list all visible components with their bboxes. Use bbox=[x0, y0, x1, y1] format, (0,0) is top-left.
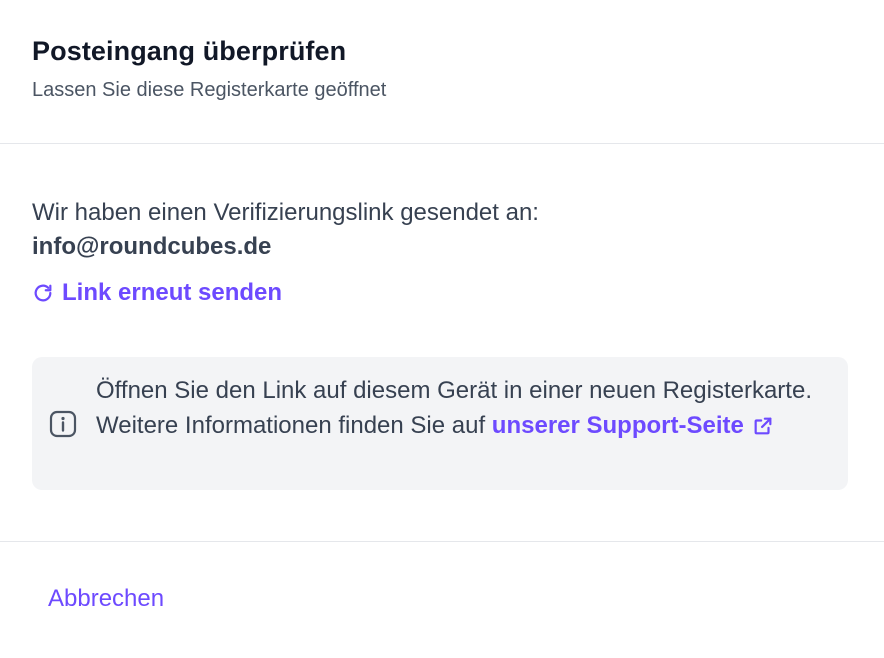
resend-link-button[interactable]: Link erneut senden bbox=[32, 278, 282, 308]
refresh-icon bbox=[34, 284, 52, 302]
modal-subtitle: Lassen Sie diese Registerkarte geöffnet bbox=[32, 79, 387, 101]
info-text-block: Öffnen Sie den Link auf diesem Gerät in … bbox=[96, 373, 830, 443]
info-box: Öffnen Sie den Link auf diesem Gerät in … bbox=[32, 357, 848, 490]
info-icon bbox=[49, 410, 77, 438]
resend-link-label: Link erneut senden bbox=[62, 279, 283, 306]
verification-modal: Posteingang überprüfen Lassen Sie diese … bbox=[0, 0, 884, 658]
verification-sent-text: Wir haben einen Verifizierungslink gesen… bbox=[32, 199, 539, 226]
support-page-link-label: unserer Support-Seite bbox=[491, 412, 744, 439]
modal-footer: Abbrechen bbox=[0, 542, 884, 614]
modal-header: Posteingang überprüfen Lassen Sie diese … bbox=[0, 0, 884, 144]
cancel-button[interactable]: Abbrechen bbox=[48, 584, 164, 614]
recipient-email: info@roundcubes.de bbox=[32, 233, 272, 260]
modal-content: Wir haben einen Verifizierungslink gesen… bbox=[0, 144, 884, 542]
external-link-icon bbox=[754, 417, 772, 434]
modal-title: Posteingang überprüfen bbox=[32, 36, 347, 66]
support-page-link[interactable]: unserer Support-Seite bbox=[492, 408, 774, 443]
